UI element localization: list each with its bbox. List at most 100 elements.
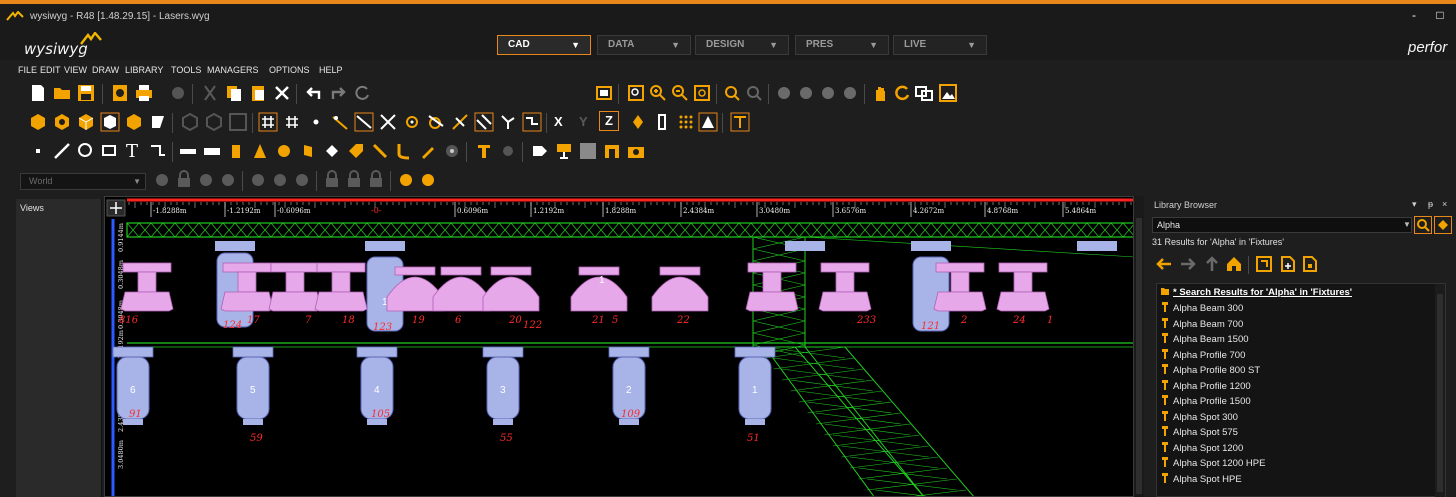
- clear-search-button[interactable]: [1434, 216, 1452, 234]
- windows-icon[interactable]: [914, 83, 934, 103]
- dimension-icon[interactable]: [148, 141, 168, 161]
- grid-icon[interactable]: [282, 112, 302, 132]
- cylinder-icon[interactable]: [226, 141, 246, 161]
- back-arrow-icon[interactable]: [1154, 254, 1174, 274]
- mode-tab-design[interactable]: DESIGN ▼: [695, 35, 789, 55]
- list-header[interactable]: * Search Results for 'Alpha' in 'Fixture…: [1161, 286, 1352, 301]
- projector-icon[interactable]: [554, 141, 574, 161]
- minimize-button[interactable]: -: [1404, 6, 1424, 24]
- image-icon[interactable]: [938, 83, 958, 103]
- video-icon[interactable]: [530, 141, 550, 161]
- panel-close-button[interactable]: ×: [1442, 199, 1447, 209]
- cut-icon[interactable]: [200, 83, 220, 103]
- label-icon[interactable]: [346, 141, 366, 161]
- list-item[interactable]: Alpha Spot 300: [1161, 410, 1238, 426]
- print-preview-icon[interactable]: [110, 83, 130, 103]
- layer-tool-5-icon[interactable]: [248, 170, 268, 190]
- zoom-extents-icon[interactable]: [626, 83, 646, 103]
- axis-z-toggle[interactable]: Z: [599, 111, 619, 131]
- truss-icon[interactable]: [202, 141, 222, 161]
- camera-view-1-icon[interactable]: [774, 83, 794, 103]
- zoom-window-icon[interactable]: [594, 83, 614, 103]
- zoom-previous-icon[interactable]: [722, 83, 742, 103]
- list-item[interactable]: Alpha Spot 575: [1161, 426, 1238, 441]
- extrude-icon[interactable]: [298, 141, 318, 161]
- layer-tool-4-icon[interactable]: [218, 170, 238, 190]
- cube-mesh-icon[interactable]: [124, 112, 144, 132]
- cube-gray-2-icon[interactable]: [204, 112, 224, 132]
- home-icon[interactable]: [1224, 254, 1244, 274]
- panel-float-button[interactable]: ᵽ: [1428, 199, 1433, 209]
- list-item[interactable]: Alpha Beam 700: [1161, 317, 1243, 333]
- snap-end-icon[interactable]: [354, 112, 374, 132]
- menu-draw[interactable]: DRAW: [92, 65, 119, 75]
- pen-icon[interactable]: [418, 141, 438, 161]
- snap-object-icon[interactable]: [522, 112, 542, 132]
- cone-icon[interactable]: [250, 141, 270, 161]
- list-item[interactable]: Alpha Spot HPE: [1161, 472, 1242, 488]
- curve-icon[interactable]: [394, 141, 414, 161]
- zoom-in-icon[interactable]: [648, 83, 668, 103]
- forward-arrow-icon[interactable]: [1178, 254, 1198, 274]
- cube-gray-1-icon[interactable]: [180, 112, 200, 132]
- rotate-icon[interactable]: [628, 112, 648, 132]
- pan-hand-icon[interactable]: [870, 83, 890, 103]
- menu-file[interactable]: FILE: [18, 65, 37, 75]
- cut-plane-icon[interactable]: [148, 112, 168, 132]
- list-item[interactable]: Alpha Profile 1200: [1161, 379, 1251, 395]
- list-item[interactable]: Alpha Profile 700: [1161, 348, 1245, 364]
- paste-icon[interactable]: [248, 83, 268, 103]
- ortho-icon[interactable]: [730, 112, 750, 132]
- snap-center-icon[interactable]: [402, 112, 422, 132]
- cube-gray-3-icon[interactable]: [228, 112, 248, 132]
- camera-view-3-icon[interactable]: [818, 83, 838, 103]
- snap-intersection-icon[interactable]: [378, 112, 398, 132]
- search-button[interactable]: [1414, 216, 1432, 234]
- list-item[interactable]: Alpha Beam 1500: [1161, 333, 1249, 348]
- list-item[interactable]: Alpha Spot 1200 HPE: [1161, 457, 1265, 472]
- list-item[interactable]: Alpha Profile 1500: [1161, 395, 1251, 410]
- zoom-out-icon[interactable]: [670, 83, 690, 103]
- lock-3-icon[interactable]: [366, 170, 386, 190]
- menu-options[interactable]: OPTIONS: [269, 65, 310, 75]
- print-icon[interactable]: [134, 83, 154, 103]
- export-item-icon[interactable]: [1300, 254, 1320, 274]
- copy-icon[interactable]: [224, 83, 244, 103]
- camera-icon[interactable]: [626, 141, 646, 161]
- cad-viewport[interactable]: -1.8288m -1.2192m -0.6096m 0.6096m 1.2192m 1.…: [104, 196, 1134, 497]
- refresh-icon[interactable]: [352, 83, 372, 103]
- cube-shade-icon[interactable]: [28, 112, 48, 132]
- color-tool-1-icon[interactable]: [396, 170, 416, 190]
- text-draw-icon[interactable]: T: [126, 141, 138, 162]
- rect-draw-icon[interactable]: [100, 141, 120, 161]
- lock-1-icon[interactable]: [322, 170, 342, 190]
- point-draw-icon[interactable]: [28, 141, 48, 161]
- camera-view-2-icon[interactable]: [796, 83, 816, 103]
- camera-view-4-icon[interactable]: [840, 83, 860, 103]
- list-item[interactable]: Alpha Profile 800 ST: [1161, 364, 1260, 379]
- menu-help[interactable]: HELP: [319, 65, 343, 75]
- layer-tool-1-icon[interactable]: [152, 170, 172, 190]
- menu-library[interactable]: LIBRARY: [125, 65, 163, 75]
- layer-tool-2-icon[interactable]: [174, 170, 194, 190]
- axis-y-toggle[interactable]: Y: [579, 114, 588, 129]
- layer-tool-6-icon[interactable]: [270, 170, 290, 190]
- led-wall-icon[interactable]: [578, 141, 598, 161]
- beam-icon[interactable]: [498, 141, 518, 161]
- circle-draw-icon[interactable]: [76, 141, 96, 161]
- line-draw-icon[interactable]: [52, 141, 72, 161]
- up-arrow-icon[interactable]: [1202, 254, 1222, 274]
- menu-edit[interactable]: EDIT: [40, 65, 61, 75]
- panel-menu-button[interactable]: ▾: [1412, 199, 1417, 210]
- cad-vertical-scrollbar[interactable]: [1134, 196, 1144, 497]
- list-scrollbar[interactable]: [1435, 284, 1445, 497]
- save-icon[interactable]: [76, 83, 96, 103]
- render-icon[interactable]: [168, 83, 188, 103]
- delete-icon[interactable]: [272, 83, 292, 103]
- list-item[interactable]: Alpha Spot 1200: [1161, 441, 1243, 457]
- orbit-icon[interactable]: [892, 83, 912, 103]
- layer-tool-3-icon[interactable]: [196, 170, 216, 190]
- snap-parallel-icon[interactable]: [474, 112, 494, 132]
- snap-grid-icon[interactable]: [258, 112, 278, 132]
- list-scrollbar-thumb[interactable]: [1437, 294, 1443, 492]
